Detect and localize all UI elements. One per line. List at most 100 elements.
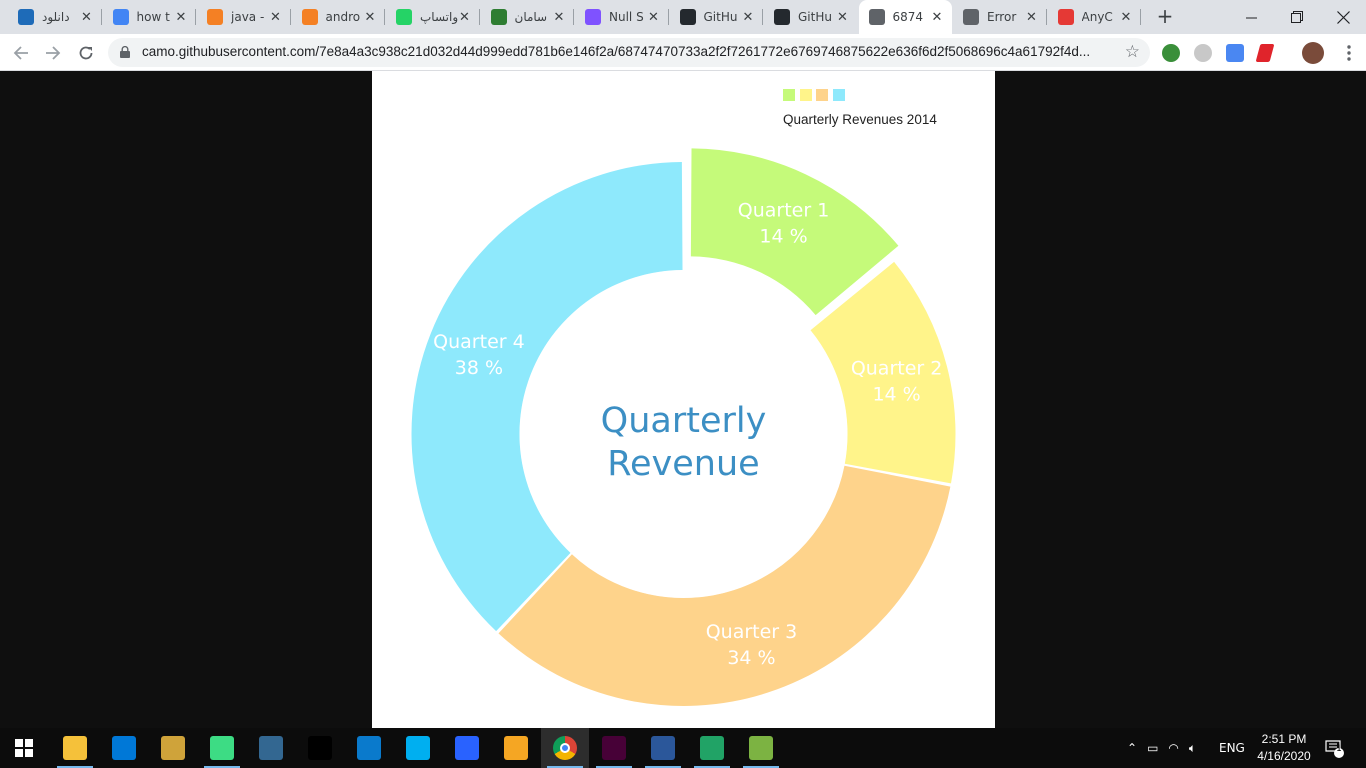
avatar[interactable] — [1302, 42, 1324, 64]
tab-separator — [1140, 9, 1141, 25]
tab-title: AnyC — [1081, 10, 1113, 24]
tab-separator — [195, 9, 196, 25]
tab-separator — [289, 9, 291, 25]
browser-tab[interactable]: GitHu ✕ — [764, 0, 858, 34]
extension-icon[interactable] — [1255, 44, 1275, 62]
action-center-button[interactable]: 1 — [1324, 728, 1344, 768]
close-tab-icon[interactable]: ✕ — [458, 10, 472, 25]
close-tab-icon[interactable]: ✕ — [269, 10, 283, 25]
taskbar-app[interactable] — [737, 728, 785, 768]
vscode-icon — [357, 736, 381, 760]
slice-value-label: 14 % — [759, 225, 807, 247]
taskbar-app[interactable] — [443, 728, 491, 768]
taskbar-app[interactable] — [247, 728, 295, 768]
language-indicator[interactable]: ENG — [1219, 728, 1245, 768]
taskbar-app[interactable] — [590, 728, 638, 768]
new-tab-button[interactable]: + — [1155, 6, 1175, 27]
tab-strip: دانلود ✕ how t ✕ java - ✕ andro ✕ واتساپ ✕ سامان ✕ N… — [0, 0, 1366, 34]
browser-tab[interactable]: AnyC ✕ — [1048, 0, 1141, 34]
back-button[interactable] — [8, 40, 34, 66]
close-window-button[interactable] — [1320, 0, 1366, 34]
menu-button[interactable] — [1336, 40, 1362, 66]
browser-tab[interactable]: واتساپ ✕ — [386, 0, 480, 34]
extension-icon[interactable] — [1162, 44, 1180, 62]
taskbar-app[interactable] — [541, 728, 589, 768]
more-vert-icon — [1347, 45, 1351, 61]
slice-name-label: Quarter 3 — [706, 621, 798, 643]
taskbar-app[interactable] — [639, 728, 687, 768]
globe-icon — [868, 9, 885, 25]
tab-separator — [762, 9, 763, 25]
chart-image: Quarterly Revenues 2014 Quarter 1 14 % Qua… — [372, 71, 995, 728]
site-icon — [18, 9, 34, 25]
taskbar-app[interactable] — [51, 728, 99, 768]
translate-icon[interactable] — [1226, 44, 1244, 62]
app-icon — [700, 736, 724, 760]
battery-icon[interactable]: ▭ — [1147, 741, 1158, 755]
browser-tab[interactable]: Error ✕ — [953, 0, 1047, 34]
restore-icon — [1291, 11, 1303, 23]
wifi-icon[interactable]: ◠ — [1168, 741, 1178, 755]
taskbar-app[interactable] — [198, 728, 246, 768]
whatsapp-icon — [396, 9, 412, 25]
taskbar-app[interactable] — [0, 728, 48, 768]
slice-name-label: Quarter 4 — [433, 331, 525, 353]
close-tab-icon[interactable]: ✕ — [741, 10, 755, 25]
chevron-up-icon[interactable]: ⌃ — [1127, 741, 1137, 755]
taskbar-app[interactable] — [688, 728, 736, 768]
close-tab-icon[interactable]: ✕ — [552, 10, 566, 25]
close-tab-icon[interactable]: ✕ — [1119, 10, 1133, 25]
taskbar-app[interactable] — [345, 728, 393, 768]
slice-value-label: 38 % — [455, 357, 503, 379]
browser-tab[interactable]: سامان ✕ — [481, 0, 574, 34]
tab-separator — [573, 9, 574, 25]
taskbar-app[interactable] — [100, 728, 148, 768]
taskbar-app[interactable] — [296, 728, 344, 768]
skype-icon — [406, 736, 430, 760]
browser-tab[interactable]: Null S ✕ — [575, 0, 669, 34]
close-tab-icon[interactable]: ✕ — [80, 10, 94, 25]
browser-tab[interactable]: andro ✕ — [292, 0, 385, 34]
google-icon — [112, 9, 129, 25]
minimize-button[interactable] — [1228, 0, 1274, 34]
reload-button[interactable] — [73, 40, 99, 66]
browser-tab[interactable]: 6874 ✕ — [858, 0, 952, 34]
browser-tab[interactable]: دانلود ✕ — [8, 0, 102, 34]
windows-start-icon — [12, 736, 36, 760]
browser-tab[interactable]: GitHu ✕ — [670, 0, 763, 34]
taskbar-app[interactable] — [149, 728, 197, 768]
restore-button[interactable] — [1274, 0, 1320, 34]
bookmark-star-icon[interactable]: ☆ — [1125, 42, 1140, 62]
reload-icon — [79, 46, 93, 60]
tab-title: how t — [136, 10, 170, 24]
tab-title: دانلود — [42, 10, 70, 24]
close-tab-icon[interactable]: ✕ — [174, 10, 188, 25]
clock[interactable]: 2:51 PM 4/16/2020 — [1253, 731, 1315, 765]
clock-time: 2:51 PM — [1261, 732, 1307, 746]
browser-tab[interactable]: how t ✕ — [103, 0, 196, 34]
close-icon — [1336, 10, 1350, 24]
forward-button[interactable] — [40, 40, 66, 66]
close-tab-icon[interactable]: ✕ — [647, 10, 661, 25]
taskbar-app[interactable] — [492, 728, 540, 768]
close-tab-icon[interactable]: ✕ — [930, 10, 944, 25]
url-text: camo.githubusercontent.com/7e8a4a3c938c2… — [142, 44, 1091, 59]
extension-icon[interactable] — [1194, 44, 1212, 62]
tab-title: java - — [231, 10, 265, 24]
mail-icon — [112, 736, 136, 760]
lock-icon — [120, 46, 130, 58]
close-tab-icon[interactable]: ✕ — [1025, 10, 1039, 25]
slice-name-label: Quarter 1 — [738, 199, 830, 221]
taskbar-app[interactable] — [394, 728, 442, 768]
chart-center-title-line: Quarterly — [601, 401, 767, 441]
close-tab-icon[interactable]: ✕ — [363, 10, 377, 25]
donut-chart: Quarter 1 14 % Quarter 2 14 % Quarter 3 34 % Q… — [411, 148, 956, 706]
file-explorer-icon — [63, 736, 87, 760]
volume-icon[interactable]: 🔈︎ — [1189, 741, 1196, 756]
browser-tab[interactable]: java - ✕ — [197, 0, 291, 34]
chart-icon — [1057, 9, 1074, 25]
globe-icon — [963, 9, 979, 25]
address-bar[interactable]: camo.githubusercontent.com/7e8a4a3c938c2… — [108, 38, 1150, 67]
tab-separator — [384, 9, 385, 25]
close-tab-icon[interactable]: ✕ — [836, 10, 850, 25]
